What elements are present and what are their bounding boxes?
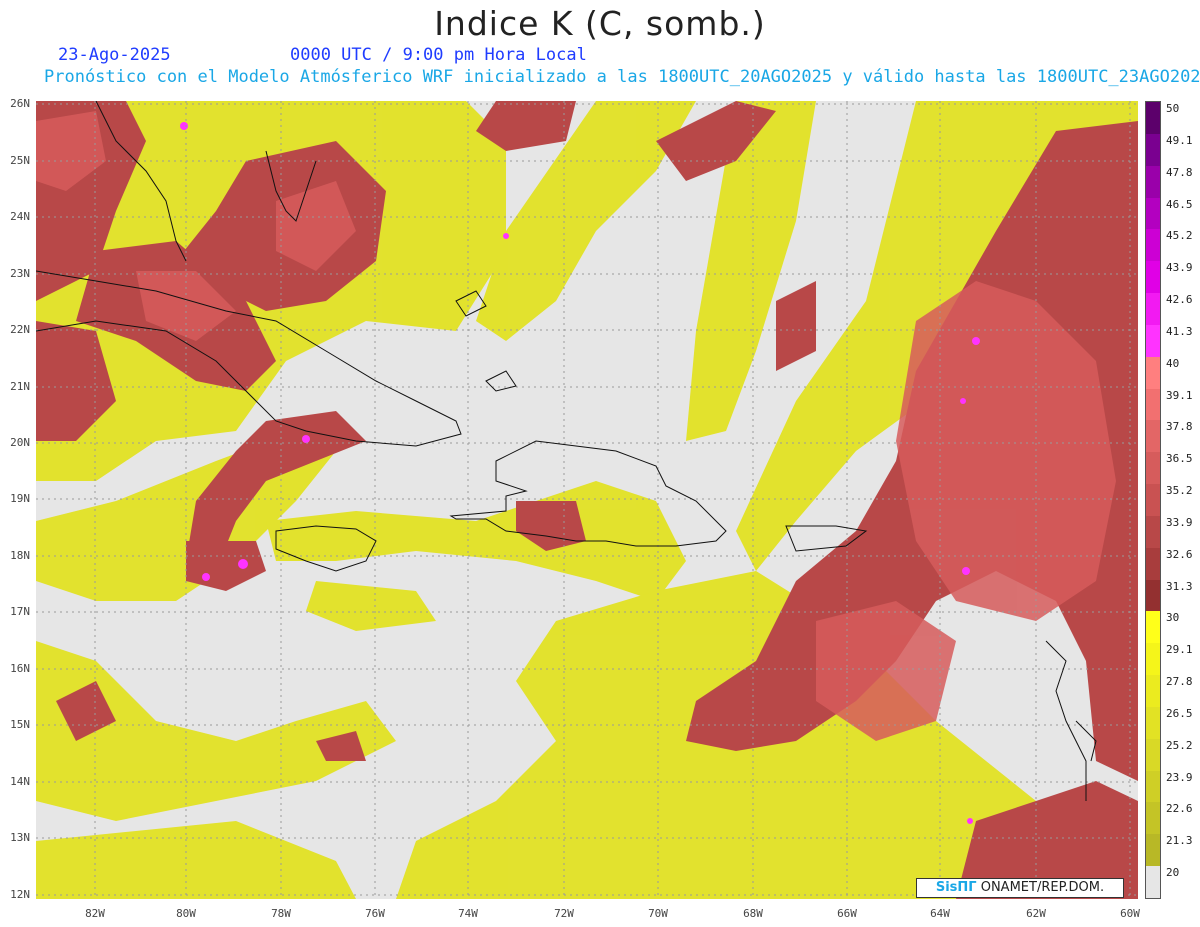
lon-label-70w: 70W <box>648 907 668 920</box>
lat-label-16n: 16N <box>10 662 30 675</box>
colorbar-label: 32.6 <box>1166 547 1193 561</box>
lon-label-66w: 66W <box>837 907 857 920</box>
colorbar-label: 50 <box>1166 102 1180 115</box>
colorbar-segment <box>1146 770 1160 803</box>
map-title: Indice K (C, somb.) <box>434 4 766 43</box>
colorbar-label: 31.3 <box>1166 579 1193 593</box>
colorbar-label: 42.6 <box>1166 293 1193 307</box>
colorbar-segment <box>1146 706 1160 740</box>
colorbar-segment <box>1146 197 1160 230</box>
colorbar-label: 26.5 <box>1166 706 1193 720</box>
lat-label-18n: 18N <box>10 549 30 562</box>
colorbar-segment <box>1146 515 1160 549</box>
colorbar-label: 29.1 <box>1166 643 1193 657</box>
colorbar-label: 49.1 <box>1166 133 1193 147</box>
colorbar-segment <box>1146 484 1160 517</box>
colorbar-segment <box>1146 261 1160 294</box>
sispi-logo: SisПГ <box>935 880 977 895</box>
lon-label-76w: 76W <box>365 907 385 920</box>
forecast-time: 0000 UTC / 9:00 pm Hora Local <box>290 45 587 65</box>
colorbar-label: 27.8 <box>1166 675 1193 689</box>
colorbar-segment <box>1146 293 1160 326</box>
colorbar-segment <box>1146 675 1160 708</box>
lon-label-72w: 72W <box>554 907 574 920</box>
colorbar <box>1145 101 1161 899</box>
lat-label-25n: 25N <box>10 154 30 167</box>
colorbar-label: 37.8 <box>1166 420 1193 434</box>
colorbar-segment <box>1146 579 1160 612</box>
model-subtitle: Pronóstico con el Modelo Atmósferico WRF… <box>44 67 1200 87</box>
lon-label-62w: 62W <box>1026 907 1046 920</box>
lon-label-78w: 78W <box>271 907 291 920</box>
colorbar-segment <box>1146 866 1160 899</box>
colorbar-label: 43.9 <box>1166 261 1193 275</box>
lat-label-20n: 20N <box>10 436 30 449</box>
colorbar-segment <box>1146 420 1160 453</box>
lon-label-60w: 60W <box>1120 907 1140 920</box>
lat-label-23n: 23N <box>10 267 30 280</box>
colorbar-segment <box>1146 229 1160 262</box>
lat-label-26n: 26N <box>10 97 30 110</box>
colorbar-label: 23.9 <box>1166 770 1193 784</box>
colorbar-label: 33.9 <box>1166 515 1193 529</box>
lat-label-13n: 13N <box>10 831 30 844</box>
lat-label-22n: 22N <box>10 323 30 336</box>
lat-label-24n: 24N <box>10 210 30 223</box>
colorbar-segment <box>1146 388 1160 421</box>
lat-label-15n: 15N <box>10 718 30 731</box>
colorbar-segment <box>1146 165 1160 198</box>
k-index-map <box>36 101 1138 899</box>
lat-label-14n: 14N <box>10 775 30 788</box>
colorbar-label: 40 <box>1166 356 1180 370</box>
colorbar-segment <box>1146 834 1160 867</box>
colorbar-label: 30 <box>1166 611 1180 625</box>
lat-label-21n: 21N <box>10 380 30 393</box>
forecast-date: 23-Ago-2025 <box>58 45 171 65</box>
colorbar-label: 46.5 <box>1166 197 1193 211</box>
map-layers <box>36 101 1138 899</box>
colorbar-segment <box>1146 356 1160 390</box>
colorbar-label: 25.2 <box>1166 738 1193 752</box>
colorbar-segment <box>1146 738 1160 772</box>
colorbar-segment <box>1146 452 1160 485</box>
colorbar-label: 41.3 <box>1166 324 1193 338</box>
colorbar-label: 36.5 <box>1166 452 1193 466</box>
colorbar-segment <box>1146 802 1160 835</box>
lat-label-12n: 12N <box>10 888 30 901</box>
credit-box: SisПГ ONAMET/REP.DOM. <box>916 878 1124 898</box>
colorbar-label: 21.3 <box>1166 834 1193 848</box>
lon-label-64w: 64W <box>930 907 950 920</box>
colorbar-label: 22.6 <box>1166 802 1193 816</box>
lon-label-74w: 74W <box>458 907 478 920</box>
colorbar-segment <box>1146 611 1160 644</box>
colorbar-label: 20 <box>1166 866 1180 880</box>
colorbar-segment <box>1146 102 1160 135</box>
colorbar-segment <box>1146 643 1160 676</box>
lat-label-17n: 17N <box>10 605 30 618</box>
colorbar-label: 39.1 <box>1166 388 1193 402</box>
lon-label-82w: 82W <box>85 907 105 920</box>
lon-label-80w: 80W <box>176 907 196 920</box>
credit-text: ONAMET/REP.DOM. <box>976 880 1105 895</box>
colorbar-segment <box>1146 133 1160 167</box>
lon-label-68w: 68W <box>743 907 763 920</box>
colorbar-segment <box>1146 547 1160 581</box>
colorbar-label: 45.2 <box>1166 229 1193 243</box>
colorbar-label: 35.2 <box>1166 484 1193 498</box>
lat-label-19n: 19N <box>10 492 30 505</box>
colorbar-segment <box>1146 324 1160 358</box>
colorbar-label: 47.8 <box>1166 165 1193 179</box>
